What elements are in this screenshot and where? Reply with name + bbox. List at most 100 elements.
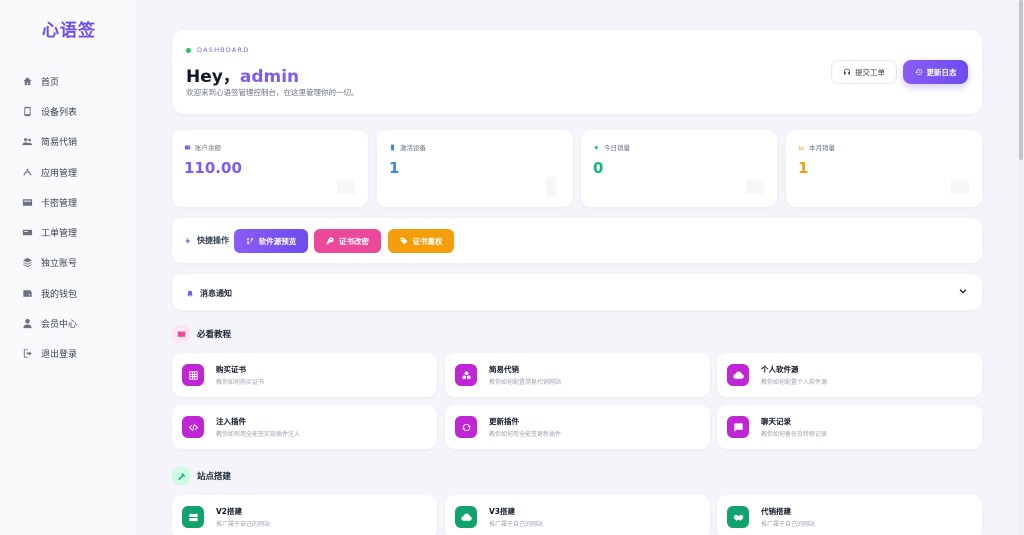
wallet-icon xyxy=(184,144,191,150)
card-subtitle: 教你如何用全能签更新插件 xyxy=(489,431,562,438)
card-subtitle: 教你如何配置简易代销网站 xyxy=(489,379,562,386)
sales-watermark-icon xyxy=(746,180,764,194)
handshake-icon xyxy=(733,514,743,521)
card-title: 聊天记录 xyxy=(761,417,791,426)
device-icon xyxy=(391,144,394,150)
stat-value: 1 xyxy=(389,159,400,177)
bolt-icon xyxy=(594,144,599,150)
hammer-icon xyxy=(172,467,190,485)
device-icon xyxy=(24,106,31,117)
stat-card-devices: 激活设备 1 xyxy=(377,130,573,207)
submit-ticket-button[interactable]: 提交工单 xyxy=(831,60,897,84)
sidebar-item-label: 简易代销 xyxy=(41,138,78,149)
branch-icon xyxy=(246,238,253,245)
chevron-down-icon[interactable] xyxy=(958,286,968,296)
sidebar-item-wallet[interactable]: 我的钱包 xyxy=(0,278,138,308)
card-title: 代销搭建 xyxy=(761,507,791,516)
tutorial-card-update-plugin[interactable]: 更新插件 教你如何用全能签更新插件 xyxy=(445,405,710,449)
card-subtitle: 推广属于自己的网站 xyxy=(216,521,271,528)
logout-icon xyxy=(23,349,32,358)
site-card-v2[interactable]: V2搭建 推广属于自己的网站 xyxy=(172,495,437,535)
sidebar-item-tickets[interactable]: 工单管理 xyxy=(0,217,138,247)
scrollbar[interactable] xyxy=(1018,0,1024,535)
wallet-watermark-icon xyxy=(337,180,355,194)
sidebar-item-cards[interactable]: 卡密管理 xyxy=(0,187,138,217)
card-title: 购买证书 xyxy=(216,365,246,374)
changelog-button[interactable]: 更新日志 xyxy=(903,60,968,84)
card-title: V3搭建 xyxy=(489,507,516,516)
cloud-icon xyxy=(732,371,744,379)
sidebar-item-label: 卡密管理 xyxy=(41,198,78,209)
cert-reauth-button[interactable]: 证书重权 xyxy=(388,229,454,253)
sidebar-item-member[interactable]: 会员中心 xyxy=(0,308,138,338)
sidebar-nav: 首页 设备列表 简易代销 应用管理 卡密管理 工单管理 独立账号 我的钱包 会员… xyxy=(0,66,138,369)
quick-actions: 快捷操作 软件源预览 证书改密 证书重权 xyxy=(172,218,982,263)
card-title: 个人软件源 xyxy=(761,365,799,374)
headset-icon xyxy=(844,68,850,75)
card-subtitle: 推广属于自己的网站 xyxy=(489,521,544,528)
sidebar: 心语签 首页 设备列表 简易代销 应用管理 卡密管理 工单管理 独立账号 我的钱… xyxy=(0,0,138,535)
apps-icon xyxy=(23,168,32,175)
tutorial-card-inject-plugin[interactable]: 注入插件 教你如何用全能签实现插件注入 xyxy=(172,405,437,449)
device-watermark-icon xyxy=(546,177,556,197)
sidebar-item-label: 工单管理 xyxy=(41,229,78,240)
tutorial-card-consign[interactable]: 简易代销 教你如何配置简易代销网站 xyxy=(445,353,710,397)
section-tutorials-title: 必看教程 xyxy=(172,325,231,343)
sidebar-item-label: 退出登录 xyxy=(41,350,78,361)
stat-value: 1 xyxy=(798,159,809,177)
card-title: 注入插件 xyxy=(216,417,246,426)
status-dot xyxy=(186,47,191,53)
welcome-header: DASHBOARD Hey，admin 欢迎来到心语签管理控制台，在这里管理你的… xyxy=(172,30,982,114)
tutorial-card-buy-cert[interactable]: 购买证书 教你如何购买证书 xyxy=(172,353,437,397)
server-icon xyxy=(188,513,198,521)
card-title: 简易代销 xyxy=(489,365,519,374)
tutorial-card-chat-history[interactable]: 聊天记录 教你如何备份及转移记录 xyxy=(717,405,982,449)
key-icon xyxy=(326,237,334,245)
site-card-v3[interactable]: V3搭建 推广属于自己的网站 xyxy=(445,495,710,535)
code-icon xyxy=(188,423,198,431)
chat-icon xyxy=(733,422,743,432)
ticket-icon xyxy=(22,229,33,236)
users-icon xyxy=(22,138,33,146)
grid-icon xyxy=(188,370,198,380)
sidebar-item-home[interactable]: 首页 xyxy=(0,66,138,96)
card-title: 更新插件 xyxy=(489,417,519,426)
bolt-icon xyxy=(185,237,191,244)
user-icon xyxy=(23,318,32,329)
section-sites-title: 站点搭建 xyxy=(172,467,231,485)
sidebar-item-label: 我的钱包 xyxy=(41,289,78,300)
sidebar-item-accounts[interactable]: 独立账号 xyxy=(0,248,138,278)
scrollbar-thumb[interactable] xyxy=(1019,0,1023,160)
sales-watermark-icon xyxy=(951,180,969,194)
cert-password-button[interactable]: 证书改密 xyxy=(314,229,381,253)
site-card-consign[interactable]: 代销搭建 推广属于自己的网站 xyxy=(717,495,982,535)
card-title: V2搭建 xyxy=(216,507,243,516)
welcome-text: 欢迎来到心语签管理控制台，在这里管理你的一切。 xyxy=(186,88,359,97)
brand-logo: 心语签 xyxy=(42,21,96,41)
sidebar-item-logout[interactable]: 退出登录 xyxy=(0,339,138,369)
history-icon xyxy=(914,69,922,75)
sidebar-item-devices[interactable]: 设备列表 xyxy=(0,96,138,126)
book-icon xyxy=(172,325,190,343)
cubes-icon xyxy=(461,370,471,379)
stat-value: 110.00 xyxy=(184,159,242,177)
sidebar-item-label: 首页 xyxy=(41,77,60,88)
stat-card-balance: 账户余额 110.00 xyxy=(172,130,368,207)
layers-icon xyxy=(22,258,33,268)
sidebar-item-consign[interactable]: 简易代销 xyxy=(0,127,138,157)
cloud-icon xyxy=(460,513,472,521)
bell-icon xyxy=(187,290,193,297)
sidebar-item-label: 设备列表 xyxy=(41,107,78,118)
notifications-panel[interactable]: 消息通知 xyxy=(172,274,982,310)
page-title: Hey，admin xyxy=(186,67,300,87)
card-subtitle: 推广属于自己的网站 xyxy=(761,521,816,528)
refresh-icon xyxy=(461,423,471,431)
sidebar-item-apps[interactable]: 应用管理 xyxy=(0,157,138,187)
dashboard-label: DASHBOARD xyxy=(186,46,249,54)
tag-icon xyxy=(400,237,407,245)
tutorial-card-personal-source[interactable]: 个人软件源 教你如何配置个人软件源 xyxy=(717,353,982,397)
stat-value: 0 xyxy=(593,159,604,177)
card-subtitle: 教你如何配置个人软件源 xyxy=(761,379,828,386)
source-preview-button[interactable]: 软件源预览 xyxy=(234,229,308,253)
chart-line-icon xyxy=(798,144,805,150)
